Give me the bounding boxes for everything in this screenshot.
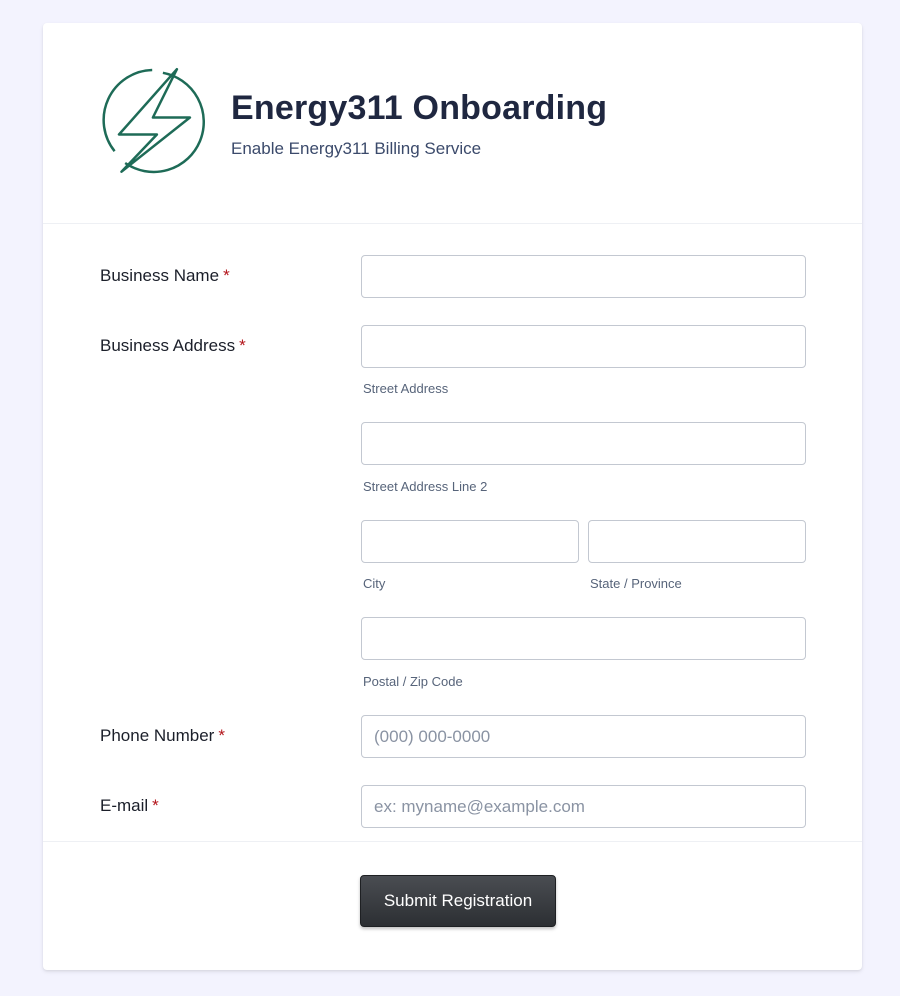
required-marker: *: [223, 266, 230, 285]
business-name-label-text: Business Name: [100, 266, 220, 285]
footer-divider: [43, 841, 862, 842]
business-address-label: Business Address *: [100, 336, 246, 356]
business-name-input[interactable]: [361, 255, 806, 298]
city-sublabel: City: [363, 576, 386, 591]
street-address-line2-input[interactable]: [361, 422, 806, 465]
business-name-label: Business Name *: [100, 266, 230, 286]
business-address-label-text: Business Address: [100, 336, 236, 355]
submit-registration-button[interactable]: Submit Registration: [360, 875, 556, 927]
city-input[interactable]: [361, 520, 579, 563]
street-address-sublabel: Street Address: [363, 381, 449, 396]
form-card: Energy311 Onboarding Enable Energy311 Bi…: [43, 23, 862, 970]
email-label-text: E-mail: [100, 796, 149, 815]
page-title: Energy311 Onboarding: [231, 89, 608, 127]
street-address-line2-sublabel: Street Address Line 2: [363, 479, 488, 494]
page-subtitle: Enable Energy311 Billing Service: [231, 139, 482, 158]
lightning-bolt-circle-icon: [102, 67, 206, 174]
street-address-input[interactable]: [361, 325, 806, 368]
phone-number-label: Phone Number *: [100, 726, 225, 746]
form-header: Energy311 Onboarding Enable Energy311 Bi…: [43, 23, 862, 224]
state-province-sublabel: State / Province: [590, 576, 682, 591]
phone-number-label-text: Phone Number: [100, 726, 215, 745]
phone-number-input[interactable]: [361, 715, 806, 758]
postal-code-sublabel: Postal / Zip Code: [363, 674, 463, 689]
required-marker: *: [218, 726, 225, 745]
required-marker: *: [239, 336, 246, 355]
postal-code-input[interactable]: [361, 617, 806, 660]
email-input[interactable]: [361, 785, 806, 828]
state-province-input[interactable]: [588, 520, 806, 563]
required-marker: *: [152, 796, 159, 815]
email-label: E-mail *: [100, 796, 159, 816]
